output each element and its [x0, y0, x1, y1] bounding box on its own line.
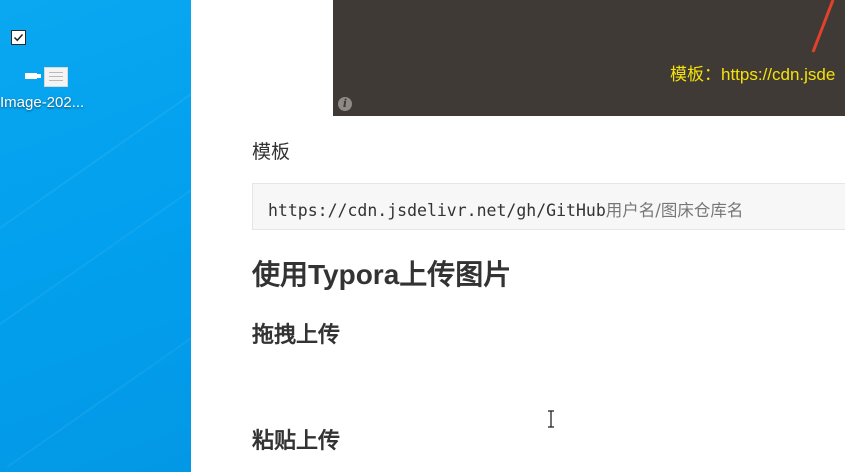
desktop-wallpaper-streak [6, 294, 191, 468]
template-paragraph: 模板 [252, 142, 291, 163]
heading-paste-upload: 粘贴上传 [252, 428, 341, 453]
desktop-icon-checkbox[interactable] [11, 30, 26, 45]
red-arrow-annotation [811, 0, 835, 53]
desktop-background: Image-202... [0, 0, 191, 472]
desktop-file-label[interactable]: Image-202... [0, 94, 84, 111]
info-icon[interactable]: i [338, 97, 352, 111]
desktop-wallpaper-streak [0, 64, 191, 238]
embedded-screenshot-image[interactable]: 模板：https://cdn.jsde i [333, 0, 845, 116]
code-url-suffix: 用户名/图床仓库名 [605, 201, 744, 220]
heading-typora-upload: 使用Typora上传图片 [252, 259, 512, 290]
heading-drag-upload: 拖拽上传 [252, 322, 341, 347]
typora-editor[interactable]: 模板：https://cdn.jsde i 模板 https://cdn.jsd… [191, 0, 845, 472]
desktop-wallpaper-streak [0, 174, 191, 348]
image-file-icon[interactable] [16, 65, 68, 87]
checkmark-icon [13, 33, 24, 42]
image-caption-text: 模板：https://cdn.jsde [670, 65, 836, 84]
code-url-prefix: https://cdn.jsdelivr.net/gh/GitHub [268, 201, 606, 220]
text-cursor-icon [548, 410, 554, 428]
code-line: https://cdn.jsdelivr.net/gh/GitHub用户名/图床… [268, 197, 743, 221]
code-block[interactable]: https://cdn.jsdelivr.net/gh/GitHub用户名/图床… [252, 183, 845, 230]
